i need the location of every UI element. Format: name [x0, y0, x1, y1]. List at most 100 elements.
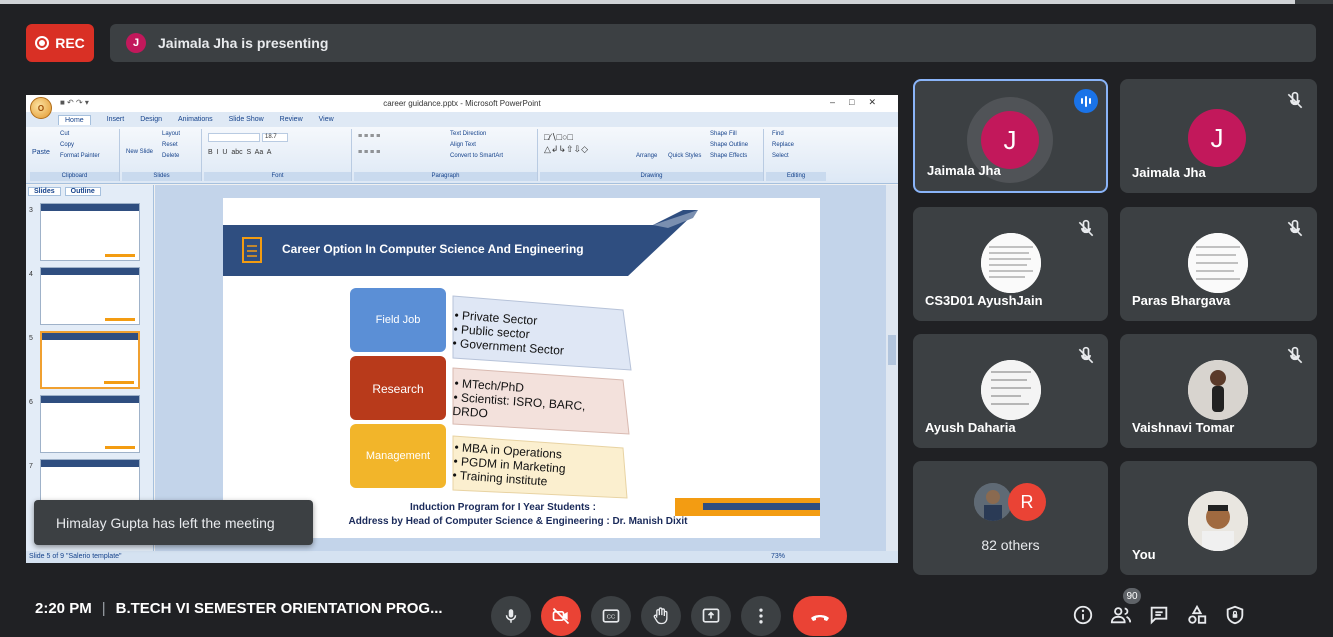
font-format-buttons[interactable]: B I U abc S Aa A [208, 149, 271, 156]
office-button-icon[interactable]: O [30, 97, 52, 119]
shapes-gallery[interactable]: □∕∖□○□ [544, 132, 573, 143]
people-icon [1110, 607, 1132, 624]
captions-button[interactable]: CC [591, 596, 631, 636]
delete-button[interactable]: Delete [162, 153, 179, 159]
activities-button[interactable] [1184, 602, 1210, 628]
reset-button[interactable]: Reset [162, 142, 178, 148]
mic-button[interactable] [491, 596, 531, 636]
shape-effects-button[interactable]: Shape Effects [710, 153, 747, 159]
shield-lock-icon [1226, 605, 1244, 625]
clipboard-group: Paste Cut Copy Format Painter Clipboard [30, 129, 120, 181]
tab-slide-show[interactable]: Slide Show [229, 116, 264, 123]
current-time: 2:20 PM [35, 600, 92, 617]
host-controls-button[interactable] [1222, 602, 1248, 628]
select-button[interactable]: Select [772, 153, 789, 159]
find-button[interactable]: Find [772, 131, 784, 137]
thumb-number: 7 [29, 463, 33, 470]
tab-view[interactable]: View [319, 116, 334, 123]
arrange-button[interactable]: Arrange [636, 153, 657, 159]
participant-tile[interactable]: J Jaimala Jha [1120, 79, 1317, 193]
shapes-gallery-row2[interactable]: △↲↳⇧⇩◇ [544, 144, 588, 155]
management-list: • MBA in Operations • PGDM in Marketing … [452, 440, 567, 490]
row-label-field-job: Field Job [375, 314, 421, 326]
meeting-info: 2:20 PM | B.TECH VI SEMESTER ORIENTATION… [35, 600, 443, 617]
mic-off-icon [1078, 219, 1094, 237]
tab-review[interactable]: Review [280, 116, 303, 123]
participant-name: Vaishnavi Tomar [1132, 420, 1235, 435]
slide-thumbnail-selected[interactable] [40, 331, 140, 389]
activities-icon [1188, 604, 1207, 624]
paste-button[interactable]: Paste [32, 149, 50, 156]
people-button[interactable] [1108, 602, 1134, 628]
layout-button[interactable]: Layout [162, 131, 180, 137]
slide-thumbnail[interactable] [40, 203, 140, 261]
paragraph-group: ≡ ≡ ≡ ≡ ≡ ≡ ≡ ≡ Text Direction Align Tex… [354, 129, 538, 181]
participant-tile[interactable]: CS3D01 AyushJain [913, 207, 1108, 321]
mic-off-icon [1287, 91, 1303, 109]
format-painter-button[interactable]: Format Painter [60, 153, 100, 159]
slide-thumbnail[interactable] [40, 267, 140, 325]
field-job-list: • Private Sector • Public sector • Gover… [452, 308, 566, 358]
tab-design[interactable]: Design [140, 116, 162, 123]
copy-button[interactable]: Copy [60, 142, 74, 148]
shape-fill-button[interactable]: Shape Fill [710, 131, 737, 137]
shared-screen: O career guidance.pptx - Microsoft Power… [26, 95, 898, 563]
font-size-box[interactable]: 18.7 [262, 133, 288, 142]
participant-photo [981, 360, 1041, 420]
cut-button[interactable]: Cut [60, 131, 69, 137]
others-count: 82 others [981, 537, 1040, 553]
recording-indicator[interactable]: REC [26, 24, 94, 62]
chat-button[interactable] [1146, 602, 1172, 628]
zoom-level[interactable]: 73% [771, 551, 785, 563]
new-slide-button[interactable]: New Slide [126, 149, 153, 155]
tab-insert[interactable]: Insert [107, 116, 125, 123]
camera-off-icon [552, 607, 570, 625]
paragraph-label: Paragraph [354, 172, 537, 181]
replace-button[interactable]: Replace [772, 142, 794, 148]
mic-off-icon [1287, 219, 1303, 237]
presenting-bar: J Jaimala Jha is presenting [110, 24, 1316, 62]
drawing-label: Drawing [540, 172, 763, 181]
raise-hand-button[interactable] [641, 596, 681, 636]
present-button[interactable] [691, 596, 731, 636]
editing-group: Find Replace Select Editing [766, 129, 826, 181]
participant-name: You [1132, 547, 1156, 562]
participant-photo [981, 233, 1041, 293]
tab-animations[interactable]: Animations [178, 116, 213, 123]
thumb-number: 6 [29, 399, 33, 406]
slides-group: New Slide Layout Reset Delete Slides [122, 129, 202, 181]
participant-tile[interactable]: Vaishnavi Tomar [1120, 334, 1317, 448]
meeting-name: B.TECH VI SEMESTER ORIENTATION PROG... [115, 600, 443, 617]
tab-home[interactable]: Home [58, 114, 91, 125]
ribbon: Paste Cut Copy Format Painter Clipboard … [26, 127, 898, 184]
leave-call-button[interactable] [793, 596, 847, 636]
slide-scrollbar[interactable] [886, 185, 898, 551]
camera-button[interactable] [541, 596, 581, 636]
participant-tile[interactable]: Paras Bhargava [1120, 207, 1317, 321]
presenter-avatar: J [126, 33, 146, 53]
meeting-details-button[interactable] [1070, 602, 1096, 628]
font-group: 18.7 B I U abc S Aa A Font [204, 129, 352, 181]
tab-outline[interactable]: Outline [64, 186, 101, 196]
slides-panel: Slides Outline 3 4 5 6 7 [26, 185, 154, 551]
shape-outline-button[interactable]: Shape Outline [710, 142, 748, 148]
participant-tile[interactable]: Ayush Daharia [913, 334, 1108, 448]
self-tile[interactable]: You [1120, 461, 1317, 575]
more-options-button[interactable] [741, 596, 781, 636]
align-text-button[interactable]: Align Text [450, 142, 476, 148]
tab-slides[interactable]: Slides [28, 186, 61, 196]
others-tile[interactable]: R 82 others [913, 461, 1108, 575]
align-buttons[interactable]: ≡ ≡ ≡ ≡ [358, 149, 380, 156]
quick-styles-button[interactable]: Quick Styles [668, 153, 701, 159]
text-direction-button[interactable]: Text Direction [450, 131, 486, 137]
more-vert-icon [759, 608, 763, 624]
present-icon [702, 608, 720, 623]
font-name-box[interactable] [208, 133, 260, 142]
smartart-button[interactable]: Convert to SmartArt [450, 153, 503, 159]
window-controls[interactable]: –□✕ [830, 97, 890, 108]
quick-access-icons[interactable]: ■ ↶ ↷ ▾ [60, 98, 89, 107]
participant-tile[interactable]: J Jaimala Jha [913, 79, 1108, 193]
list-buttons[interactable]: ≡ ≡ ≡ ≡ [358, 133, 380, 140]
mic-off-icon [1078, 346, 1094, 364]
slide-thumbnail[interactable] [40, 395, 140, 453]
